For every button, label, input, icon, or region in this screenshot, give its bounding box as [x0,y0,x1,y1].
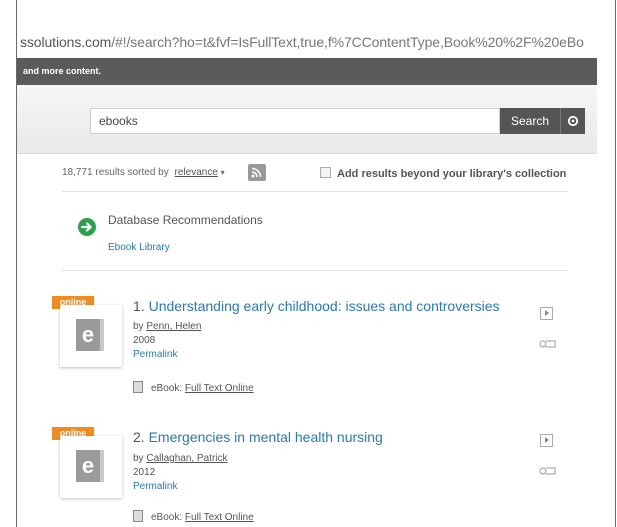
result-author: by Callaghan, Patrick [133,453,228,464]
ebook-cover-icon[interactable]: e [60,305,122,367]
rss-icon [251,167,262,178]
ebook-cover-icon[interactable]: e [60,436,122,498]
divider [62,270,568,271]
result-author: by Penn, Helen [133,321,202,332]
add-results-checkbox[interactable]: Add results beyond your library's collec… [320,167,566,180]
recommendation-arrow-icon [78,218,96,236]
tag-icon[interactable] [539,464,557,476]
result-format: eBook: Full Text Online [133,510,254,523]
search-button[interactable]: Search [500,108,560,134]
address-bar-url[interactable]: ssolutions.com/#!/search?ho=t&fvf=IsFull… [20,34,584,50]
rss-button[interactable] [248,164,266,181]
results-summary: 18,771 results sorted by relevance ▾ [62,167,225,178]
full-text-link[interactable]: Full Text Online [185,383,254,394]
gear-icon [567,115,579,127]
recommendations-title: Database Recommendations [108,213,263,227]
format-icon [133,510,143,522]
author-link[interactable]: Penn, Helen [146,321,201,332]
search-options-button[interactable] [560,108,585,134]
divider [62,191,568,192]
tag-icon[interactable] [539,337,557,349]
search-input[interactable] [90,108,500,134]
preview-icon[interactable] [540,307,553,320]
result-format: eBook: Full Text Online [133,381,254,394]
result-year: 2008 [133,335,156,346]
site-banner: and more content. [17,58,597,85]
preview-icon[interactable] [540,434,553,447]
format-icon [133,381,143,393]
full-text-link[interactable]: Full Text Online [185,512,254,523]
permalink[interactable]: Permalink [133,349,177,360]
permalink[interactable]: Permalink [133,481,177,492]
author-link[interactable]: Callaghan, Patrick [146,453,227,464]
sort-dropdown[interactable]: relevance [175,167,218,178]
recommendation-link[interactable]: Ebook Library [108,242,170,253]
result-title[interactable]: 2. Emergencies in mental health nursing [133,429,383,445]
checkbox-icon[interactable] [320,167,331,178]
result-year: 2012 [133,467,156,478]
result-title[interactable]: 1. Understanding early childhood: issues… [133,298,500,314]
chevron-down-icon[interactable]: ▾ [221,168,225,177]
